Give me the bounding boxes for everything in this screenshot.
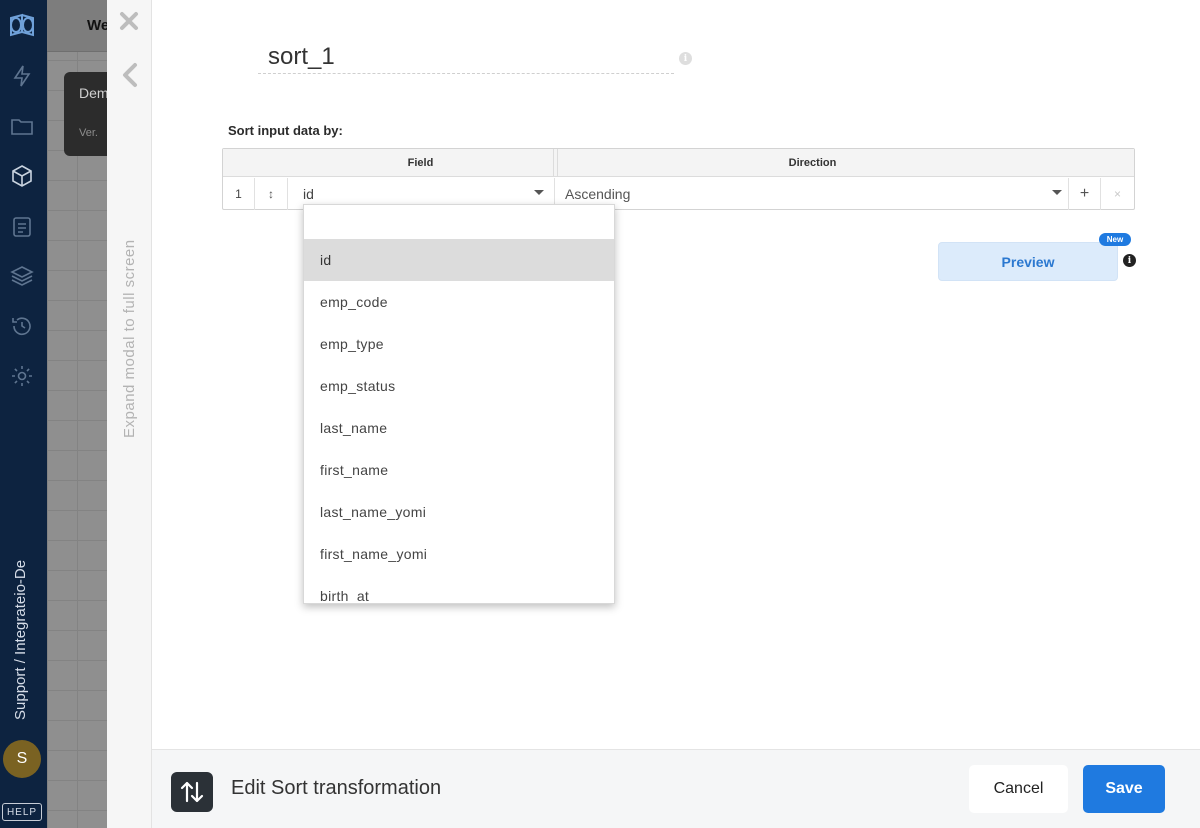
app-sidebar: Support / Integrateio-De S HELP xyxy=(0,0,47,828)
background-header-text: We xyxy=(87,17,110,34)
avatar[interactable]: S xyxy=(3,740,41,778)
caret-down-icon xyxy=(1052,190,1062,195)
sort-transformation-icon xyxy=(171,772,213,812)
drag-handle-icon[interactable]: ↕ xyxy=(255,178,288,210)
table-header: Field Direction xyxy=(223,149,1134,177)
package-icon[interactable] xyxy=(10,164,34,188)
info-icon[interactable]: i xyxy=(679,52,692,65)
folder-icon[interactable] xyxy=(10,114,34,138)
dropdown-option-emp-type[interactable]: emp_type xyxy=(304,323,614,365)
sort-label: Sort input data by: xyxy=(228,123,343,138)
dropdown-option-first-name-yomi[interactable]: first_name_yomi xyxy=(304,533,614,575)
component-name-input[interactable]: sort_1 xyxy=(258,40,674,74)
background-card-version: Ver. xyxy=(79,127,98,139)
save-button[interactable]: Save xyxy=(1083,765,1165,813)
expand-modal-link[interactable]: Expand modal to full screen xyxy=(121,218,138,438)
footer-title: Edit Sort transformation xyxy=(231,777,442,799)
gear-icon[interactable] xyxy=(10,364,34,388)
dropdown-option-last-name-yomi[interactable]: last_name_yomi xyxy=(304,491,614,533)
field-dropdown: id emp_code emp_type emp_status last_nam… xyxy=(303,204,615,604)
layers-icon[interactable] xyxy=(10,264,34,288)
cancel-button[interactable]: Cancel xyxy=(969,765,1068,813)
caret-down-icon xyxy=(534,190,544,195)
dropdown-option-first-name[interactable]: first_name xyxy=(304,449,614,491)
dropdown-option-birth-at[interactable]: birth_at xyxy=(304,575,614,603)
field-select-value: id xyxy=(303,186,314,202)
preview-info-icon[interactable]: i xyxy=(1123,254,1136,267)
remove-row-button[interactable]: × xyxy=(1101,178,1134,210)
bolt-icon[interactable] xyxy=(10,64,34,88)
dropdown-search-input[interactable] xyxy=(304,205,614,239)
direction-select-value: Ascending xyxy=(565,186,631,202)
close-icon[interactable] xyxy=(118,10,140,32)
preview-button[interactable]: Preview xyxy=(938,242,1118,281)
direction-select[interactable]: Ascending xyxy=(555,178,1069,210)
column-header-field: Field xyxy=(288,149,554,177)
row-index: 1 xyxy=(223,178,255,210)
sort-table: Field Direction 1 ↕ id Ascending + × xyxy=(222,148,1135,210)
logo-icon[interactable] xyxy=(7,12,37,38)
help-button[interactable]: HELP xyxy=(2,803,42,821)
new-badge: New xyxy=(1099,233,1131,246)
clipboard-icon[interactable] xyxy=(10,214,34,238)
dropdown-option-id[interactable]: id xyxy=(304,239,614,281)
add-row-button[interactable]: + xyxy=(1069,178,1101,210)
workspace-path[interactable]: Support / Integrateio-De xyxy=(12,520,29,720)
dropdown-option-emp-status[interactable]: emp_status xyxy=(304,365,614,407)
column-header-direction: Direction xyxy=(557,149,1067,177)
dropdown-option-last-name[interactable]: last_name xyxy=(304,407,614,449)
background-card-title: Dem xyxy=(79,85,109,101)
chevron-left-icon[interactable] xyxy=(120,62,140,88)
dropdown-options: id emp_code emp_type emp_status last_nam… xyxy=(304,239,614,603)
history-icon[interactable] xyxy=(10,314,34,338)
dropdown-option-emp-code[interactable]: emp_code xyxy=(304,281,614,323)
